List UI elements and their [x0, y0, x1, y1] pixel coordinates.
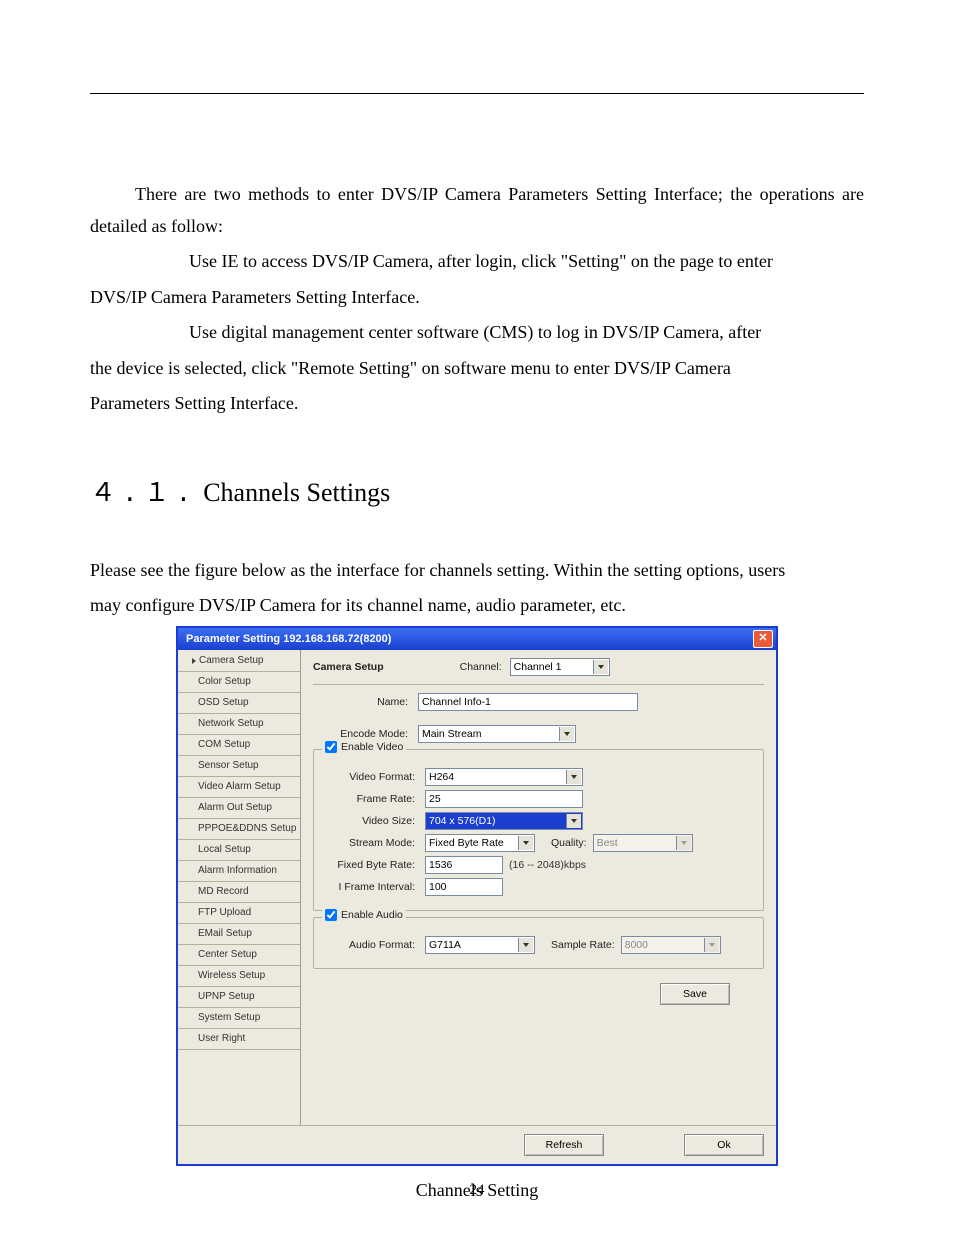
iframe-interval-label: I Frame Interval:: [320, 881, 425, 893]
stream-mode-select[interactable]: [425, 834, 535, 852]
panel-title: Camera Setup: [313, 661, 384, 673]
fixed-byte-rate-input[interactable]: [425, 856, 503, 874]
quality-label: Quality:: [551, 837, 587, 849]
sidebar-item-wireless-setup[interactable]: Wireless Setup: [178, 966, 300, 987]
page-number: 24: [0, 1182, 954, 1199]
frame-rate-input[interactable]: [425, 790, 583, 808]
audio-format-select[interactable]: [425, 936, 535, 954]
stream-mode-label: Stream Mode:: [320, 837, 425, 849]
top-rule: [90, 93, 864, 94]
enable-video-checkbox[interactable]: [325, 741, 337, 753]
save-button[interactable]: Save: [660, 983, 730, 1005]
sidebar-item-user-right[interactable]: User Right: [178, 1029, 300, 1050]
channel-label: Channel:: [460, 661, 502, 673]
sample-rate-select: [621, 936, 721, 954]
sidebar-item-alarm-out-setup[interactable]: Alarm Out Setup: [178, 798, 300, 819]
ok-button[interactable]: Ok: [684, 1134, 764, 1156]
close-icon[interactable]: ✕: [753, 630, 773, 648]
frame-rate-label: Frame Rate:: [320, 793, 425, 805]
quality-select: [593, 834, 693, 852]
audio-format-label: Audio Format:: [320, 939, 425, 951]
intro-text: There are two methods to enter DVS/IP Ca…: [90, 179, 864, 420]
refresh-button[interactable]: Refresh: [524, 1134, 604, 1156]
sidebar-item-md-record[interactable]: MD Record: [178, 882, 300, 903]
chevron-right-icon: [192, 658, 196, 664]
sample-rate-label: Sample Rate:: [551, 939, 615, 951]
enable-video-label: Enable Video: [341, 741, 403, 753]
sidebar-item-center-setup[interactable]: Center Setup: [178, 945, 300, 966]
sidebar-item-network-setup[interactable]: Network Setup: [178, 714, 300, 735]
sidebar-item-sensor-setup[interactable]: Sensor Setup: [178, 756, 300, 777]
sidebar-item-com-setup[interactable]: COM Setup: [178, 735, 300, 756]
sidebar-item-osd-setup[interactable]: OSD Setup: [178, 693, 300, 714]
figure-intro: Please see the figure below as the inter…: [90, 555, 864, 622]
enable-audio-label: Enable Audio: [341, 909, 403, 921]
sidebar-item-pppoe-ddns-setup[interactable]: PPPOE&DDNS Setup: [178, 819, 300, 840]
byte-rate-hint: (16 -- 2048)kbps: [509, 859, 586, 871]
enable-video-group: Enable Video Video Format: Frame Rate: V…: [313, 749, 764, 911]
sidebar-item-system-setup[interactable]: System Setup: [178, 1008, 300, 1029]
sidebar-item-video-alarm-setup[interactable]: Video Alarm Setup: [178, 777, 300, 798]
name-label: Name:: [313, 696, 418, 708]
dialog-title: Parameter Setting 192.168.168.72(8200): [186, 633, 391, 645]
sidebar-item-email-setup[interactable]: EMail Setup: [178, 924, 300, 945]
iframe-interval-input[interactable]: [425, 878, 503, 896]
sidebar-item-local-setup[interactable]: Local Setup: [178, 840, 300, 861]
section-heading: ４.１.Channels Settings: [90, 472, 864, 509]
encode-mode-label: Encode Mode:: [313, 728, 418, 740]
video-format-label: Video Format:: [320, 771, 425, 783]
sidebar-item-alarm-information[interactable]: Alarm Information: [178, 861, 300, 882]
sidebar-item-camera-setup[interactable]: Camera Setup: [178, 651, 300, 672]
name-input[interactable]: [418, 693, 638, 711]
video-format-select[interactable]: [425, 768, 583, 786]
video-size-select[interactable]: [425, 812, 583, 830]
sidebar-item-ftp-upload[interactable]: FTP Upload: [178, 903, 300, 924]
fixed-byte-rate-label: Fixed Byte Rate:: [320, 859, 425, 871]
sidebar: Camera Setup Color Setup OSD Setup Netwo…: [178, 650, 301, 1125]
sidebar-item-color-setup[interactable]: Color Setup: [178, 672, 300, 693]
parameter-setting-dialog: Parameter Setting 192.168.168.72(8200) ✕…: [176, 626, 778, 1166]
dialog-titlebar[interactable]: Parameter Setting 192.168.168.72(8200) ✕: [178, 628, 776, 650]
enable-audio-group: Enable Audio Audio Format: Sample Rate:: [313, 917, 764, 969]
enable-audio-checkbox[interactable]: [325, 909, 337, 921]
main-panel: Camera Setup Channel: Name: Encode Mode:: [301, 650, 776, 1125]
dialog-footer: Refresh Ok: [178, 1125, 776, 1164]
video-size-label: Video Size:: [320, 815, 425, 827]
channel-select[interactable]: [510, 658, 610, 676]
sidebar-item-upnp-setup[interactable]: UPNP Setup: [178, 987, 300, 1008]
encode-mode-select[interactable]: [418, 725, 576, 743]
